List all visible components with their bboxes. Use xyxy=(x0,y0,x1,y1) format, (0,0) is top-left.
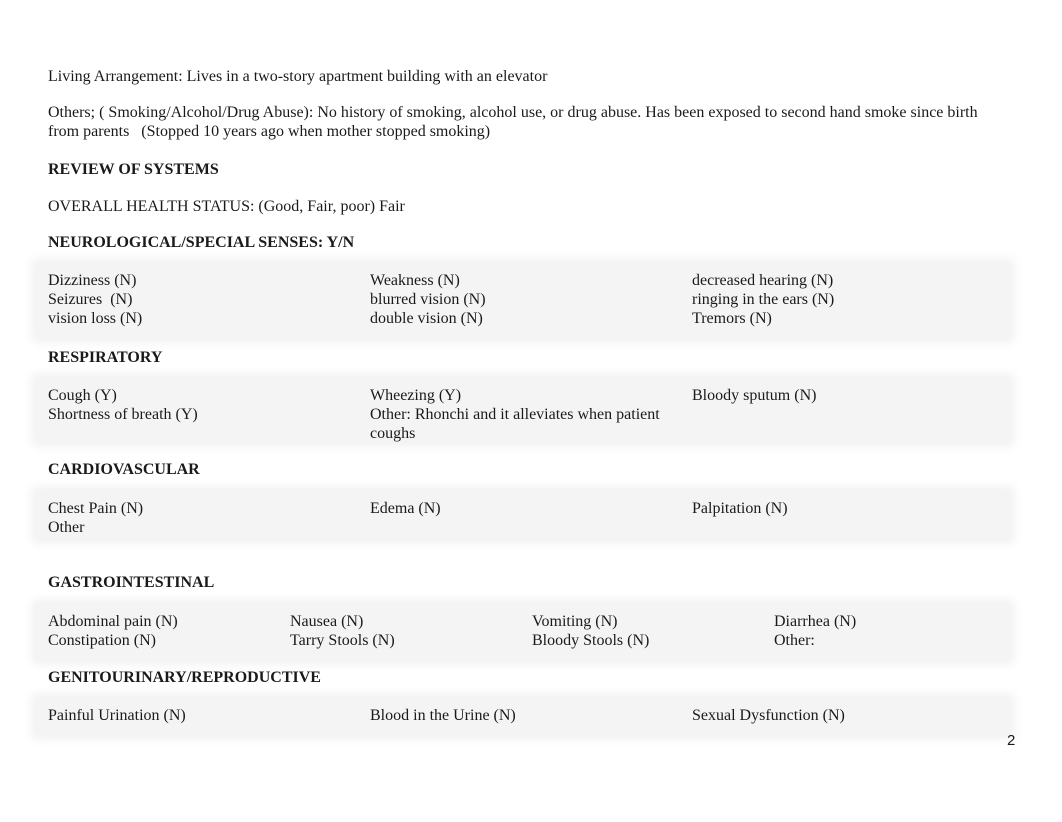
cardio-col-3: Palpitation (N) xyxy=(680,491,1002,539)
symptom-item: Chest Pain (N) xyxy=(48,500,144,517)
cardio-col-1: Chest Pain (N) Other xyxy=(36,491,358,539)
neuro-heading: NEUROLOGICAL/SPECIAL SENSES: Y/N xyxy=(48,234,355,251)
genitourinary-table: Painful Urination (N) Blood in the Urine… xyxy=(36,698,1010,735)
neuro-col-2: Weakness (N) blurred vision (N) double v… xyxy=(358,263,680,338)
symptom-item: Dizziness (N) xyxy=(48,272,137,289)
gi-col-1: Abdominal pain (N) Constipation (N) xyxy=(36,604,278,660)
symptom-item: Wheezing (Y) xyxy=(370,387,462,404)
overall-health-status: OVERALL HEALTH STATUS: (Good, Fair, poor… xyxy=(48,198,405,215)
symptom-item: Blood in the Urine (N) xyxy=(370,707,516,724)
symptom-item: Other: xyxy=(774,632,815,649)
resp-col-3: Bloody sputum (N) xyxy=(680,378,1002,442)
cardiovascular-table: Chest Pain (N) Other Edema (N) Palpitati… xyxy=(36,491,1010,539)
cardiovascular-heading: CARDIOVASCULAR xyxy=(48,461,200,478)
symptom-item: Shortness of breath (Y) xyxy=(48,406,198,423)
neuro-table: Dizziness (N) Seizures (N) vision loss (… xyxy=(36,263,1010,338)
symptom-item: decreased hearing (N) xyxy=(692,272,834,289)
page-number: 2 xyxy=(1007,732,1016,749)
symptom-item: Edema (N) xyxy=(370,500,441,517)
symptom-item: Nausea (N) xyxy=(290,613,364,630)
symptom-item: Other xyxy=(48,519,85,536)
symptom-item: Cough (Y) xyxy=(48,387,117,404)
respiratory-heading: RESPIRATORY xyxy=(48,349,163,366)
gu-col-1: Painful Urination (N) xyxy=(36,698,358,735)
symptom-item: Diarrhea (N) xyxy=(774,613,857,630)
resp-col-2: Wheezing (Y) Other: Rhonchi and it allev… xyxy=(358,378,680,442)
resp-col-1: Cough (Y) Shortness of breath (Y) xyxy=(36,378,358,442)
symptom-item: Sexual Dysfunction (N) xyxy=(692,707,845,724)
symptom-item: Seizures (N) xyxy=(48,291,133,308)
substance-history-line1: Others; ( Smoking/Alcohol/Drug Abuse): N… xyxy=(48,104,978,121)
genitourinary-heading: GENITOURINARY/REPRODUCTIVE xyxy=(48,669,321,686)
respiratory-table: Cough (Y) Shortness of breath (Y) Wheezi… xyxy=(36,378,1010,442)
gu-col-3: Sexual Dysfunction (N) xyxy=(680,698,1002,735)
substance-history: Others; ( Smoking/Alcohol/Drug Abuse): N… xyxy=(48,103,984,141)
symptom-item: Bloody Stools (N) xyxy=(532,632,650,649)
symptom-item: Vomiting (N) xyxy=(532,613,618,630)
symptom-item: Tremors (N) xyxy=(692,310,772,327)
symptom-item: Painful Urination (N) xyxy=(48,707,186,724)
cardio-col-2: Edema (N) xyxy=(358,491,680,539)
symptom-item: blurred vision (N) xyxy=(370,291,486,308)
gi-col-2: Nausea (N) Tarry Stools (N) xyxy=(278,604,520,660)
substance-history-line2: from parents (Stopped 10 years ago when … xyxy=(48,123,491,140)
gi-col-4: Diarrhea (N) Other: xyxy=(762,604,1004,660)
symptom-item: Tarry Stools (N) xyxy=(290,632,395,649)
symptom-item: Palpitation (N) xyxy=(692,500,788,517)
neuro-col-1: Dizziness (N) Seizures (N) vision loss (… xyxy=(36,263,358,338)
symptom-item: ringing in the ears (N) xyxy=(692,291,835,308)
symptom-item: Abdominal pain (N) xyxy=(48,613,178,630)
neuro-col-3: decreased hearing (N) ringing in the ear… xyxy=(680,263,1002,338)
gi-col-3: Vomiting (N) Bloody Stools (N) xyxy=(520,604,762,660)
symptom-item: Weakness (N) xyxy=(370,272,460,289)
symptom-item-other: Other: Rhonchi and it alleviates when pa… xyxy=(370,406,660,442)
living-arrangement: Living Arrangement: Lives in a two-story… xyxy=(48,68,548,85)
review-of-systems-heading: REVIEW OF SYSTEMS xyxy=(48,161,219,178)
symptom-item: Constipation (N) xyxy=(48,632,156,649)
gu-col-2: Blood in the Urine (N) xyxy=(358,698,680,735)
gastrointestinal-heading: GASTROINTESTINAL xyxy=(48,574,215,591)
gastrointestinal-table: Abdominal pain (N) Constipation (N) Naus… xyxy=(36,604,1010,660)
symptom-item: double vision (N) xyxy=(370,310,483,327)
symptom-item: vision loss (N) xyxy=(48,310,143,327)
symptom-item: Bloody sputum (N) xyxy=(692,387,817,404)
